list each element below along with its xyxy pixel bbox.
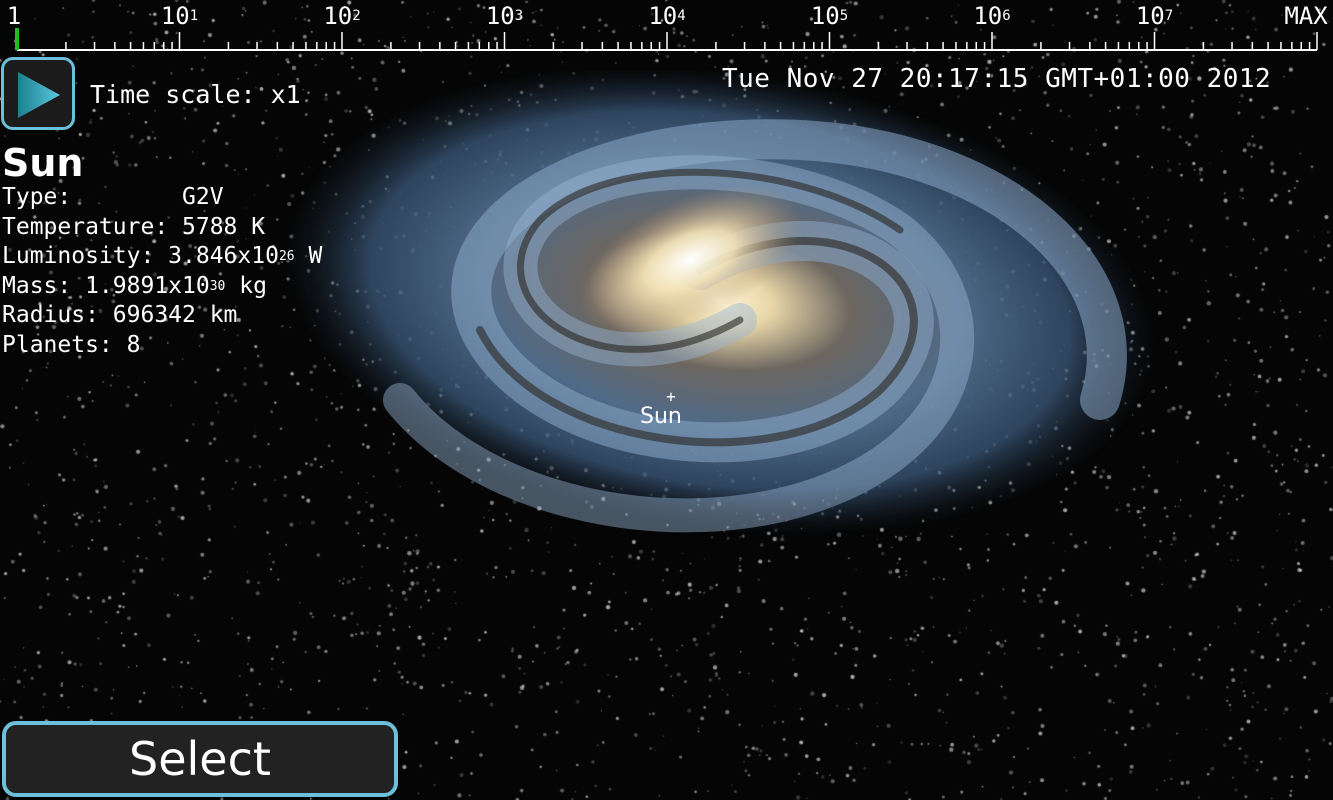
scale-label-exponent: 6 xyxy=(1002,8,1011,24)
scale-label-base: 10 xyxy=(160,2,190,30)
scale-label: 101 xyxy=(161,2,198,30)
select-button[interactable]: Select xyxy=(2,721,398,797)
simulation-datetime: Tue Nov 27 20:17:15 GMT+01:00 2012 xyxy=(722,64,1272,94)
type-label: Type: xyxy=(2,184,72,210)
scale-label: 104 xyxy=(648,2,685,30)
luminosity-value: Luminosity: 3.846x10 xyxy=(2,243,279,270)
scale-label-base: 10 xyxy=(648,2,678,30)
scale-label-base: MAX xyxy=(1284,2,1328,30)
object-type: Type: G2V xyxy=(2,183,322,213)
scale-label-exponent: 3 xyxy=(514,8,524,24)
object-mass: Mass: 1.9891x1030 kg xyxy=(2,272,322,302)
scale-label-base: 10 xyxy=(973,2,1003,30)
mass-unit: kg xyxy=(225,272,267,299)
time-scale-slider[interactable]: 1 101 102 103 104 105 106 107 MAX xyxy=(0,0,1333,56)
luminosity-unit: W xyxy=(294,243,323,270)
play-icon xyxy=(18,72,60,118)
milky-way-galaxy-image[interactable] xyxy=(280,70,1240,570)
time-scale-label: Time scale: x1 xyxy=(90,80,301,109)
object-temperature: Temperature: 5788 K xyxy=(2,213,266,240)
scale-label: 1 xyxy=(7,2,21,30)
scale-label: MAX xyxy=(1284,2,1327,30)
luminosity-exponent: 26 xyxy=(278,249,295,265)
scale-label-base: 1 xyxy=(6,2,22,30)
crosshair-icon: + xyxy=(666,387,676,406)
scale-label-base: 10 xyxy=(810,2,840,30)
sun-marker-label: Sun xyxy=(640,404,682,429)
sun-marker[interactable]: + Sun xyxy=(640,387,682,430)
object-luminosity: Luminosity: 3.846x1026 W xyxy=(2,242,322,272)
scale-label-base: 10 xyxy=(1135,2,1165,30)
object-planets: Planets: 8 xyxy=(2,331,141,358)
scale-label: 107 xyxy=(1136,2,1173,30)
scale-label-exponent: 2 xyxy=(352,8,361,24)
scale-label-exponent: 5 xyxy=(839,8,849,24)
time-scale-indicator xyxy=(15,28,19,50)
object-name: Sun xyxy=(2,141,84,185)
object-info-panel: Sun Type: G2V Temperature: 5788 K Lumino… xyxy=(2,143,322,361)
object-radius: Radius: 696342 km xyxy=(2,302,238,329)
scale-label: 106 xyxy=(973,2,1010,30)
mass-exponent: 30 xyxy=(209,278,226,294)
type-value: G2V xyxy=(182,184,224,210)
scale-label-exponent: 1 xyxy=(189,8,199,24)
scale-label: 103 xyxy=(486,2,523,30)
scale-label: 102 xyxy=(323,2,360,30)
scale-label-exponent: 7 xyxy=(1164,8,1174,24)
scale-label-exponent: 4 xyxy=(677,8,686,24)
scale-label-base: 10 xyxy=(323,2,353,30)
play-button[interactable] xyxy=(1,57,75,130)
scale-label-base: 10 xyxy=(485,2,515,30)
mass-value: Mass: 1.9891x10 xyxy=(2,272,210,299)
scale-label: 105 xyxy=(811,2,848,30)
